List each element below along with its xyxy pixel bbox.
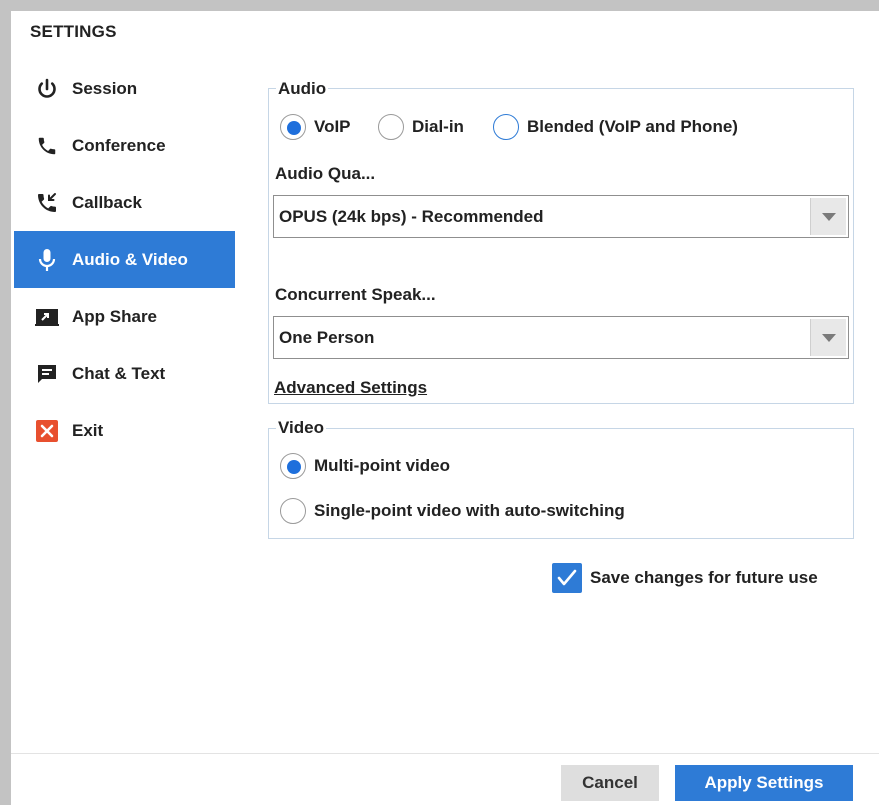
dial-in-radio-label: Dial-in bbox=[412, 117, 464, 136]
close-icon bbox=[34, 418, 60, 444]
sidebar-item-chat-text[interactable]: Chat & Text bbox=[14, 345, 235, 402]
concurrent-speak-select[interactable]: One Person bbox=[273, 316, 849, 359]
concurrent-speak-label: Concurrent Speak... bbox=[275, 285, 436, 304]
sidebar-nav: Session Conference Callback Audio & Vide… bbox=[14, 60, 235, 459]
checkmark-icon bbox=[552, 563, 582, 593]
audio-group-legend: Audio bbox=[276, 79, 329, 99]
concurrent-speak-value: One Person bbox=[279, 328, 375, 347]
sidebar-item-label: Chat & Text bbox=[72, 363, 166, 383]
chat-icon bbox=[34, 361, 60, 387]
sidebar-item-app-share[interactable]: App Share bbox=[14, 288, 235, 345]
power-icon bbox=[34, 76, 60, 102]
voip-radio[interactable]: VoIP bbox=[280, 114, 351, 140]
microphone-icon bbox=[34, 247, 60, 273]
radio-indicator bbox=[493, 114, 519, 140]
dial-in-radio[interactable]: Dial-in bbox=[378, 114, 464, 140]
blended-radio-label: Blended (VoIP and Phone) bbox=[527, 117, 738, 136]
sidebar-item-callback[interactable]: Callback bbox=[14, 174, 235, 231]
sidebar-item-conference[interactable]: Conference bbox=[14, 117, 235, 174]
dialog-title: SETTINGS bbox=[30, 22, 117, 41]
audio-quality-value: OPUS (24k bps) - Recommended bbox=[279, 207, 544, 226]
chevron-down-icon[interactable] bbox=[810, 319, 846, 356]
radio-indicator bbox=[280, 114, 306, 140]
audio-quality-select[interactable]: OPUS (24k bps) - Recommended bbox=[273, 195, 849, 238]
voip-radio-label: VoIP bbox=[314, 117, 351, 136]
sidebar-item-label: Callback bbox=[72, 192, 142, 212]
sidebar-item-exit[interactable]: Exit bbox=[14, 402, 235, 459]
footer-divider bbox=[11, 753, 879, 754]
single-point-video-radio[interactable]: Single-point video with auto-switching bbox=[280, 498, 625, 524]
radio-indicator bbox=[280, 498, 306, 524]
radio-indicator bbox=[378, 114, 404, 140]
video-group-legend: Video bbox=[276, 418, 326, 438]
save-changes-checkbox[interactable]: Save changes for future use bbox=[552, 563, 818, 593]
single-point-video-label: Single-point video with auto-switching bbox=[314, 501, 625, 520]
sidebar-item-session[interactable]: Session bbox=[14, 60, 235, 117]
sidebar-item-label: Audio & Video bbox=[72, 249, 188, 269]
phone-callback-icon bbox=[34, 190, 60, 216]
sidebar-item-label: Session bbox=[72, 78, 138, 98]
save-changes-label: Save changes for future use bbox=[590, 568, 818, 587]
multi-point-video-label: Multi-point video bbox=[314, 456, 450, 475]
chevron-down-icon[interactable] bbox=[810, 198, 846, 235]
sidebar-item-label: Exit bbox=[72, 420, 104, 440]
radio-indicator bbox=[280, 453, 306, 479]
cancel-button[interactable]: Cancel bbox=[561, 765, 659, 801]
window-frame-top bbox=[0, 0, 879, 11]
phone-icon bbox=[34, 133, 60, 159]
screen-share-icon bbox=[34, 304, 60, 330]
sidebar-item-audio-video[interactable]: Audio & Video bbox=[14, 231, 235, 288]
audio-quality-label: Audio Qua... bbox=[275, 164, 376, 183]
blended-radio[interactable]: Blended (VoIP and Phone) bbox=[493, 114, 738, 140]
apply-settings-button[interactable]: Apply Settings bbox=[675, 765, 853, 801]
sidebar-item-label: Conference bbox=[72, 135, 166, 155]
multi-point-video-radio[interactable]: Multi-point video bbox=[280, 453, 450, 479]
window-frame-left bbox=[0, 0, 11, 805]
sidebar-item-label: App Share bbox=[72, 306, 158, 326]
advanced-settings-link[interactable]: Advanced Settings bbox=[274, 378, 427, 398]
